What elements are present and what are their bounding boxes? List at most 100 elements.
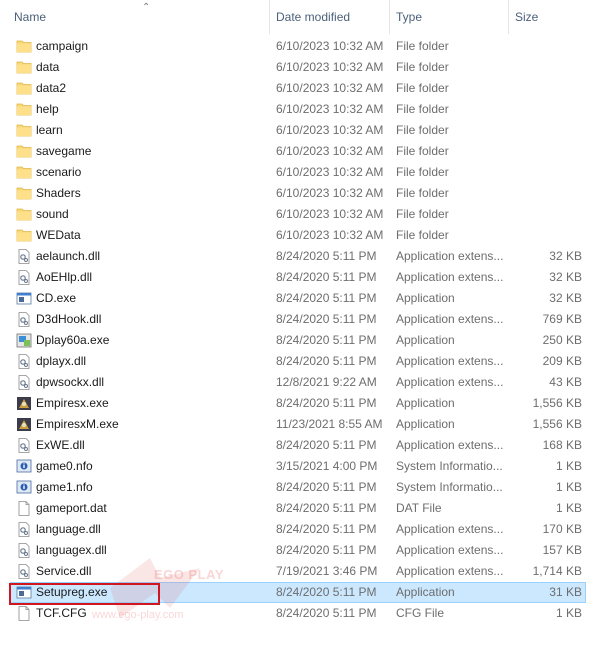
file-name: CD.exe	[36, 291, 77, 305]
file-row[interactable]: TCF.CFG 8/24/2020 5:11 PM CFG File 1 KB	[0, 603, 603, 624]
file-date-modified: 11/23/2021 8:55 AM	[276, 417, 383, 431]
file-date-modified: 8/24/2020 5:11 PM	[276, 501, 377, 515]
file-row[interactable]: game1.nfo 8/24/2020 5:11 PM System Informa…	[0, 477, 603, 498]
file-date-modified: 6/10/2023 10:32 AM	[276, 165, 384, 179]
file-row[interactable]: Empiresx.exe 8/24/2020 5:11 PM Application…	[0, 393, 603, 414]
column-header-name[interactable]: Name ⌃	[8, 0, 270, 34]
column-header-type[interactable]: Type	[390, 0, 509, 34]
file-row[interactable]: game0.nfo 3/15/2021 4:00 PM System Informa…	[0, 456, 603, 477]
folder-icon	[16, 228, 32, 243]
file-date-modified: 8/24/2020 5:11 PM	[276, 291, 377, 305]
file-row[interactable]: EmpiresxM.exe 11/23/2021 8:55 AM Applicati…	[0, 414, 603, 435]
file-size: 1,556 KB	[532, 396, 582, 410]
file-row[interactable]: dplayx.dll 8/24/2020 5:11 PM Application e…	[0, 351, 603, 372]
dll-icon	[16, 312, 32, 327]
file-type: Application extens...	[396, 249, 504, 263]
file-row[interactable]: sound 6/10/2023 10:32 AM File folder	[0, 204, 603, 225]
file-size: 1 KB	[555, 501, 582, 515]
file-size	[512, 120, 582, 141]
file-size: 769 KB	[542, 312, 582, 326]
file-row[interactable]: ExWE.dll 8/24/2020 5:11 PM Application ext…	[0, 435, 603, 456]
file-row[interactable]: D3dHook.dll 8/24/2020 5:11 PM Application …	[0, 309, 603, 330]
column-header-bar: Name ⌃ Date modified Type Size	[0, 0, 603, 34]
file-size	[512, 204, 582, 225]
file-date-modified: 6/10/2023 10:32 AM	[276, 102, 384, 116]
file-row[interactable]: CD.exe 8/24/2020 5:11 PM Application 32 KB	[0, 288, 603, 309]
dll-icon	[16, 354, 32, 369]
file-row[interactable]: aelaunch.dll 8/24/2020 5:11 PM Application…	[0, 246, 603, 267]
file-row[interactable]: languagex.dll 8/24/2020 5:11 PM Applicatio…	[0, 540, 603, 561]
file-type: Application	[396, 291, 455, 305]
file-date-modified: 6/10/2023 10:32 AM	[276, 186, 384, 200]
file-name: data2	[36, 81, 67, 95]
file-type: File folder	[396, 186, 449, 200]
file-size	[512, 99, 582, 120]
file-size	[512, 36, 582, 57]
file-row[interactable]: language.dll 8/24/2020 5:11 PM Application…	[0, 519, 603, 540]
file-type: Application extens...	[396, 354, 504, 368]
file-type: File folder	[396, 165, 449, 179]
file-date-modified: 6/10/2023 10:32 AM	[276, 207, 384, 221]
file-row[interactable]: scenario 6/10/2023 10:32 AM File folder	[0, 162, 603, 183]
file-type: Application extens...	[396, 522, 504, 536]
file-type: Application extens...	[396, 543, 504, 557]
file-type: Application extens...	[396, 438, 504, 452]
file-size: 157 KB	[542, 543, 582, 557]
file-date-modified: 6/10/2023 10:32 AM	[276, 228, 384, 242]
dll-icon	[16, 270, 32, 285]
file-date-modified: 8/24/2020 5:11 PM	[276, 249, 377, 263]
file-date-modified: 6/10/2023 10:32 AM	[276, 144, 384, 158]
file-name: learn	[36, 123, 63, 137]
file-row[interactable]: data 6/10/2023 10:32 AM File folder	[0, 57, 603, 78]
folder-icon	[16, 186, 32, 201]
file-row[interactable]: learn 6/10/2023 10:32 AM File folder	[0, 120, 603, 141]
file-row[interactable]: Dplay60a.exe 8/24/2020 5:11 PM Application…	[0, 330, 603, 351]
file-name: help	[36, 102, 59, 116]
file-name: Shaders	[36, 186, 81, 200]
file-row[interactable]: data2 6/10/2023 10:32 AM File folder	[0, 78, 603, 99]
file-name: D3dHook.dll	[36, 312, 102, 326]
column-header-size-label: Size	[515, 10, 539, 24]
file-size: 1 KB	[555, 480, 582, 494]
file-name: ExWE.dll	[36, 438, 85, 452]
file-type: DAT File	[396, 501, 442, 515]
file-row[interactable]: campaign 6/10/2023 10:32 AM File folder	[0, 36, 603, 57]
file-size: 1 KB	[555, 459, 582, 473]
file-row[interactable]: Service.dll 7/19/2021 3:46 PM Application …	[0, 561, 603, 582]
file-name: EmpiresxM.exe	[36, 417, 119, 431]
file-size	[512, 57, 582, 78]
file-size: 32 KB	[549, 249, 582, 263]
file-date-modified: 12/8/2021 9:22 AM	[276, 375, 377, 389]
file-date-modified: 8/24/2020 5:11 PM	[276, 543, 377, 557]
file-row[interactable]: WEData 6/10/2023 10:32 AM File folder	[0, 225, 603, 246]
folder-icon	[16, 102, 32, 117]
file-date-modified: 8/24/2020 5:11 PM	[276, 270, 377, 284]
file-row[interactable]: savegame 6/10/2023 10:32 AM File folder	[0, 141, 603, 162]
file-row[interactable]: AoEHlp.dll 8/24/2020 5:11 PM Application e…	[0, 267, 603, 288]
dll-icon	[16, 522, 32, 537]
sort-ascending-icon: ⌃	[142, 2, 151, 13]
folder-icon	[16, 207, 32, 222]
file-date-modified: 8/24/2020 5:11 PM	[276, 333, 377, 347]
file-name: game1.nfo	[36, 480, 93, 494]
file-name: data	[36, 60, 60, 74]
file-row[interactable]: dpwsockx.dll 12/8/2021 9:22 AM Application…	[0, 372, 603, 393]
file-row[interactable]: gameport.dat 8/24/2020 5:11 PM DAT File 1 K…	[0, 498, 603, 519]
file-date-modified: 3/15/2021 4:00 PM	[276, 459, 378, 473]
file-row[interactable]: Shaders 6/10/2023 10:32 AM File folder	[0, 183, 603, 204]
dll-icon	[16, 438, 32, 453]
dll-icon	[16, 543, 32, 558]
file-size: 170 KB	[542, 522, 582, 536]
file-size: 168 KB	[542, 438, 582, 452]
file-size: 31 KB	[549, 585, 582, 599]
folder-icon	[16, 81, 32, 96]
file-date-modified: 6/10/2023 10:32 AM	[276, 81, 384, 95]
column-header-date[interactable]: Date modified	[270, 0, 390, 34]
folder-icon	[16, 144, 32, 159]
file-row[interactable]: help 6/10/2023 10:32 AM File folder	[0, 99, 603, 120]
file-date-modified: 8/24/2020 5:11 PM	[276, 522, 377, 536]
file-date-modified: 8/24/2020 5:11 PM	[276, 438, 377, 452]
file-size: 32 KB	[549, 270, 582, 284]
file-size: 209 KB	[542, 354, 582, 368]
column-header-size[interactable]: Size	[509, 0, 603, 34]
